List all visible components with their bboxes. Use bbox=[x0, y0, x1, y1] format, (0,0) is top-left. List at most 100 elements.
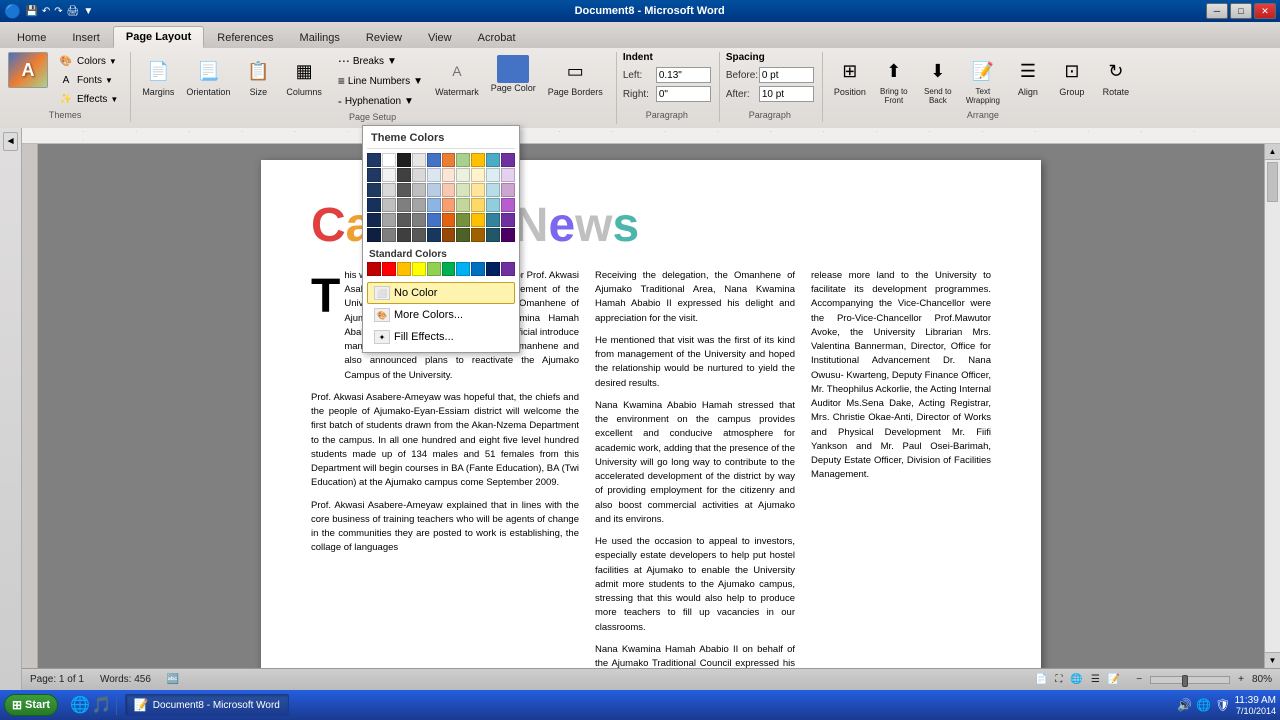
std-swatch-3[interactable] bbox=[397, 262, 411, 276]
align-button[interactable]: ☰ Align bbox=[1007, 52, 1049, 100]
swatch-1-10[interactable] bbox=[501, 153, 515, 167]
scroll-up-button[interactable]: ▲ bbox=[1265, 144, 1280, 160]
std-swatch-9[interactable] bbox=[486, 262, 500, 276]
quick-save[interactable]: 💾 bbox=[25, 6, 37, 17]
std-swatch-4[interactable] bbox=[412, 262, 426, 276]
maximize-button[interactable]: □ bbox=[1230, 3, 1252, 19]
fill-effects-item[interactable]: ✦ Fill Effects... bbox=[367, 326, 515, 348]
quick-redo[interactable]: ↷ bbox=[54, 6, 62, 17]
swatch-6-10[interactable] bbox=[501, 228, 515, 242]
swatch-3-8[interactable] bbox=[471, 183, 485, 197]
ql-ie[interactable]: 🌐 bbox=[70, 695, 90, 715]
swatch-3-7[interactable] bbox=[456, 183, 470, 197]
swatch-3-3[interactable] bbox=[397, 183, 411, 197]
swatch-5-8[interactable] bbox=[471, 213, 485, 227]
breaks-button[interactable]: ⋯ Breaks ▼ bbox=[333, 52, 428, 70]
swatch-2-10[interactable] bbox=[501, 168, 515, 182]
customize-qa[interactable]: ▼ bbox=[83, 6, 93, 17]
swatch-6-2[interactable] bbox=[382, 228, 396, 242]
hyphenation-button[interactable]: - Hyphenation ▼ bbox=[333, 92, 428, 110]
std-swatch-6[interactable] bbox=[442, 262, 456, 276]
swatch-2-9[interactable] bbox=[486, 168, 500, 182]
spacing-after-input[interactable] bbox=[759, 86, 814, 102]
panel-tab-navigate[interactable]: ▶ bbox=[3, 132, 18, 151]
swatch-5-3[interactable] bbox=[397, 213, 411, 227]
swatch-5-1[interactable] bbox=[367, 213, 381, 227]
send-to-back-button[interactable]: ⬇ Send toBack bbox=[917, 52, 959, 108]
view-fullscreen[interactable]: ⛶ bbox=[1055, 674, 1062, 685]
swatch-2-8[interactable] bbox=[471, 168, 485, 182]
swatch-6-4[interactable] bbox=[412, 228, 426, 242]
quick-undo[interactable]: ↶ bbox=[42, 6, 50, 17]
std-swatch-10[interactable] bbox=[501, 262, 515, 276]
swatch-3-5[interactable] bbox=[427, 183, 441, 197]
zoom-thumb[interactable] bbox=[1182, 675, 1188, 687]
swatch-6-1[interactable] bbox=[367, 228, 381, 242]
page-borders-button[interactable]: ▭ Page Borders bbox=[543, 52, 608, 100]
start-button[interactable]: ⊞ Start bbox=[4, 694, 58, 716]
tab-mailings[interactable]: Mailings bbox=[287, 27, 353, 48]
swatch-6-8[interactable] bbox=[471, 228, 485, 242]
tab-acrobat[interactable]: Acrobat bbox=[465, 27, 529, 48]
swatch-5-4[interactable] bbox=[412, 213, 426, 227]
swatch-4-10[interactable] bbox=[501, 198, 515, 212]
std-swatch-1[interactable] bbox=[367, 262, 381, 276]
fonts-button[interactable]: A Fonts ▼ bbox=[54, 71, 122, 89]
swatch-5-6[interactable] bbox=[442, 213, 456, 227]
more-colors-item[interactable]: 🎨 More Colors... bbox=[367, 304, 515, 326]
swatch-6-6[interactable] bbox=[442, 228, 456, 242]
tab-view[interactable]: View bbox=[415, 27, 465, 48]
no-color-item[interactable]: ⬜ No Color bbox=[367, 282, 515, 304]
swatch-5-10[interactable] bbox=[501, 213, 515, 227]
close-button[interactable]: ✕ bbox=[1254, 3, 1276, 19]
swatch-2-4[interactable] bbox=[412, 168, 426, 182]
swatch-3-2[interactable] bbox=[382, 183, 396, 197]
swatch-3-6[interactable] bbox=[442, 183, 456, 197]
swatch-2-6[interactable] bbox=[442, 168, 456, 182]
view-print[interactable]: 📄 bbox=[1035, 674, 1047, 685]
swatch-1-7[interactable] bbox=[456, 153, 470, 167]
size-button[interactable]: 📋 Size bbox=[237, 52, 279, 100]
swatch-4-2[interactable] bbox=[382, 198, 396, 212]
position-button[interactable]: ⊞ Position bbox=[829, 52, 871, 100]
tab-references[interactable]: References bbox=[204, 27, 286, 48]
tab-insert[interactable]: Insert bbox=[59, 27, 113, 48]
zoom-in-button[interactable]: + bbox=[1238, 674, 1244, 685]
tab-home[interactable]: Home bbox=[4, 27, 59, 48]
tab-review[interactable]: Review bbox=[353, 27, 415, 48]
tab-page-layout[interactable]: Page Layout bbox=[113, 26, 204, 48]
swatch-4-4[interactable] bbox=[412, 198, 426, 212]
group-button[interactable]: ⊡ Group bbox=[1051, 52, 1093, 100]
swatch-1-9[interactable] bbox=[486, 153, 500, 167]
view-draft[interactable]: 📝 bbox=[1108, 674, 1120, 685]
swatch-4-8[interactable] bbox=[471, 198, 485, 212]
swatch-1-3[interactable] bbox=[397, 153, 411, 167]
swatch-1-4[interactable] bbox=[412, 153, 426, 167]
swatch-6-3[interactable] bbox=[397, 228, 411, 242]
zoom-slider[interactable] bbox=[1150, 676, 1230, 684]
colors-button[interactable]: 🎨 Colors ▼ bbox=[54, 52, 122, 70]
swatch-5-7[interactable] bbox=[456, 213, 470, 227]
watermark-button[interactable]: A Watermark bbox=[430, 52, 484, 100]
swatch-3-9[interactable] bbox=[486, 183, 500, 197]
scroll-down-button[interactable]: ▼ bbox=[1265, 652, 1280, 668]
swatch-1-6[interactable] bbox=[442, 153, 456, 167]
indent-left-input[interactable] bbox=[656, 67, 711, 83]
std-swatch-2[interactable] bbox=[382, 262, 396, 276]
margins-button[interactable]: 📄 Margins bbox=[137, 52, 179, 100]
std-swatch-7[interactable] bbox=[456, 262, 470, 276]
std-swatch-5[interactable] bbox=[427, 262, 441, 276]
swatch-6-9[interactable] bbox=[486, 228, 500, 242]
swatch-1-2[interactable] bbox=[382, 153, 396, 167]
text-wrapping-button[interactable]: 📝 TextWrapping bbox=[961, 52, 1005, 108]
swatch-2-1[interactable] bbox=[367, 168, 381, 182]
themes-main-btn[interactable]: A bbox=[8, 52, 48, 88]
spacing-before-input[interactable] bbox=[759, 67, 814, 83]
taskbar-word-item[interactable]: 📝 Document8 - Microsoft Word bbox=[125, 694, 289, 716]
std-swatch-8[interactable] bbox=[471, 262, 485, 276]
swatch-5-2[interactable] bbox=[382, 213, 396, 227]
swatch-2-2[interactable] bbox=[382, 168, 396, 182]
ql-media[interactable]: 🎵 bbox=[92, 695, 112, 715]
vertical-scrollbar[interactable]: ▲ ▼ bbox=[1264, 144, 1280, 668]
swatch-2-5[interactable] bbox=[427, 168, 441, 182]
